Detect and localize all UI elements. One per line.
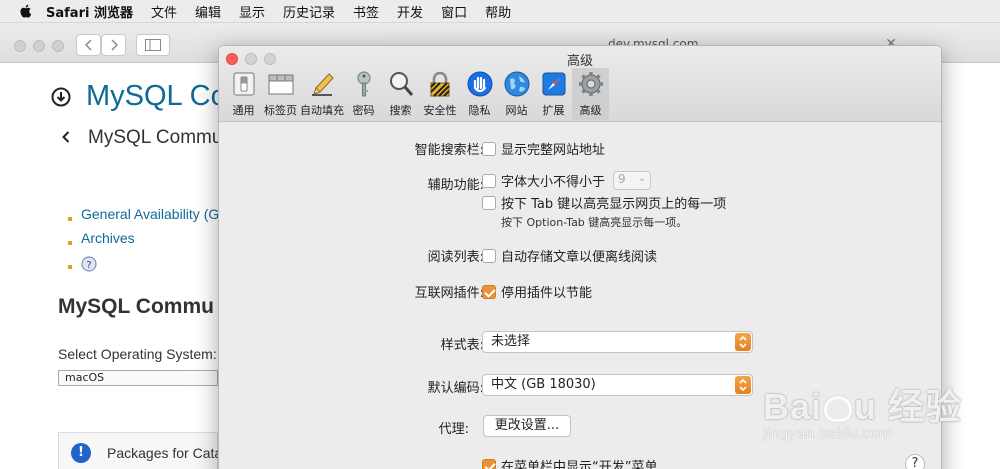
menu-help[interactable]: 帮助 [485, 2, 511, 21]
menu-safari[interactable]: Safari 浏览器 [46, 2, 133, 21]
download-links: General Availability (G Archives ? [68, 206, 219, 278]
tab-highlight-checkbox[interactable] [482, 195, 496, 210]
style-sheet-value: 未选择 [491, 334, 531, 349]
puzzle-compass-icon [542, 72, 565, 96]
style-sheet-label: 样式表: [440, 338, 484, 353]
globe-icon [504, 71, 529, 97]
stepper-arrows-icon [735, 333, 751, 351]
pencil-icon [312, 73, 334, 96]
tab-privacy[interactable]: 隐私 [461, 68, 498, 120]
list-item: ? [68, 254, 219, 278]
minimize-window-button[interactable] [33, 40, 45, 52]
accessibility-label: 辅助功能: [427, 178, 484, 193]
tabs-window-icon [268, 74, 293, 95]
tab-extensions[interactable]: 扩展 [535, 68, 572, 120]
tab-highlight-label: 按下 Tab 键以高亮显示网页上的每一项 [501, 197, 727, 212]
style-sheet-select[interactable]: 未选择 [482, 331, 753, 353]
gear-icon [578, 72, 603, 96]
tab-websites[interactable]: 网站 [498, 68, 535, 120]
preferences-window: 高级 通用 标签页 自动填充 密码 搜索 安全性 隐私 网站 扩展 高级 智能搜… [218, 45, 942, 469]
menu-bookmarks[interactable]: 书签 [353, 2, 379, 21]
chevron-left-icon [84, 39, 92, 51]
page-title: MySQL Co [86, 80, 227, 112]
download-circle-icon [51, 87, 71, 107]
offline-reading-checkbox[interactable] [482, 248, 496, 263]
tab-advanced[interactable]: 高级 [572, 68, 609, 120]
os-select-label: Select Operating System: [58, 346, 217, 362]
smart-search-label: 智能搜索栏: [414, 143, 484, 158]
chevron-left-icon[interactable] [62, 131, 70, 143]
min-font-size-select: 9 ⌄ [613, 171, 652, 190]
default-encoding-value: 中文 (GB 18030) [491, 377, 596, 392]
packages-text: Packages for Cata [107, 445, 223, 461]
min-font-size-value: 9 [618, 172, 626, 186]
tab-highlight-row[interactable]: 按下 Tab 键以高亮显示网页上的每一项 [482, 193, 726, 212]
develop-menu-row[interactable]: 在菜单栏中显示“开发”菜单 [482, 456, 657, 469]
key-icon [357, 71, 370, 97]
tab-label: 高级 [579, 104, 602, 117]
link-general-availability[interactable]: General Availability (G [68, 206, 219, 230]
chevron-down-icon: ⌄ [637, 173, 647, 184]
tab-search[interactable]: 搜索 [382, 68, 419, 120]
packages-notice: ! Packages for Cata [58, 432, 222, 469]
show-full-address-checkbox[interactable] [482, 141, 496, 156]
show-full-address-label: 显示完整网站地址 [501, 143, 606, 158]
option-tab-note: 按下 Option-Tab 键高亮显示每一项。 [501, 216, 688, 229]
change-settings-button[interactable]: 更改设置... [483, 415, 571, 437]
forward-button[interactable] [101, 34, 126, 56]
tab-security[interactable]: 安全性 [419, 68, 461, 120]
back-button[interactable] [76, 34, 101, 56]
offline-reading-label: 自动存储文章以便离线阅读 [501, 250, 658, 265]
chevron-right-icon [110, 39, 118, 51]
tab-tabs[interactable]: 标签页 [262, 68, 299, 120]
os-select[interactable]: macOS [58, 370, 218, 386]
preferences-tabs: 通用 标签页 自动填充 密码 搜索 安全性 隐私 网站 扩展 高级 [225, 68, 609, 120]
stop-plugins-label: 停用插件以节能 [501, 286, 593, 301]
sidebar-icon [145, 39, 161, 51]
stop-plugins-row[interactable]: 停用插件以节能 [482, 282, 592, 301]
apple-logo-icon[interactable] [18, 3, 34, 19]
tab-general[interactable]: 通用 [225, 68, 262, 120]
internet-plugins-label: 互联网插件: [414, 286, 484, 301]
develop-menu-checkbox[interactable] [482, 458, 496, 469]
stepper-arrows-icon [735, 376, 751, 394]
info-icon: ! [71, 443, 91, 463]
link-archives[interactable]: Archives [68, 230, 219, 254]
tab-passwords[interactable]: 密码 [345, 68, 382, 120]
preferences-title: 高级 [566, 54, 593, 69]
section-title: MySQL Commu [58, 295, 214, 318]
default-encoding-select[interactable]: 中文 (GB 18030) [482, 374, 753, 396]
close-window-button[interactable] [14, 40, 26, 52]
breadcrumb[interactable]: MySQL Commu [88, 127, 222, 149]
reading-list-label: 阅读列表: [427, 250, 484, 265]
tab-autofill[interactable]: 自动填充 [299, 68, 345, 120]
menu-edit[interactable]: 编辑 [195, 2, 221, 21]
hand-icon [467, 71, 492, 97]
min-font-checkbox[interactable] [482, 173, 496, 188]
show-full-address-row[interactable]: 显示完整网站地址 [482, 139, 605, 158]
menubar: Safari 浏览器 文件 编辑 显示 历史记录 书签 开发 窗口 帮助 [0, 0, 1000, 23]
stop-plugins-checkbox[interactable] [482, 284, 496, 299]
menu-view[interactable]: 显示 [239, 2, 265, 21]
menu-develop[interactable]: 开发 [397, 2, 423, 21]
help-bubble-icon[interactable]: ? [81, 256, 97, 272]
menu-window[interactable]: 窗口 [441, 2, 467, 21]
help-button[interactable]: ? [905, 454, 925, 469]
preferences-titlebar: 高级 通用 标签页 自动填充 密码 搜索 安全性 隐私 网站 扩展 高级 [219, 46, 941, 122]
menu-file[interactable]: 文件 [151, 2, 177, 21]
sidebar-button[interactable] [136, 34, 170, 56]
default-encoding-label: 默认编码: [427, 381, 484, 396]
lock-icon [430, 71, 450, 97]
offline-reading-row[interactable]: 自动存储文章以便离线阅读 [482, 246, 657, 265]
magnifier-icon [389, 72, 413, 96]
zoom-window-button[interactable] [52, 40, 64, 52]
proxies-label: 代理: [438, 422, 469, 437]
general-switch-icon [233, 72, 254, 96]
menu-history[interactable]: 历史记录 [283, 2, 335, 21]
min-font-row[interactable]: 字体大小不得小于 9 ⌄ [482, 171, 652, 190]
svg-text:?: ? [86, 260, 91, 271]
develop-menu-label: 在菜单栏中显示“开发”菜单 [501, 460, 658, 469]
min-font-label: 字体大小不得小于 [501, 175, 606, 190]
